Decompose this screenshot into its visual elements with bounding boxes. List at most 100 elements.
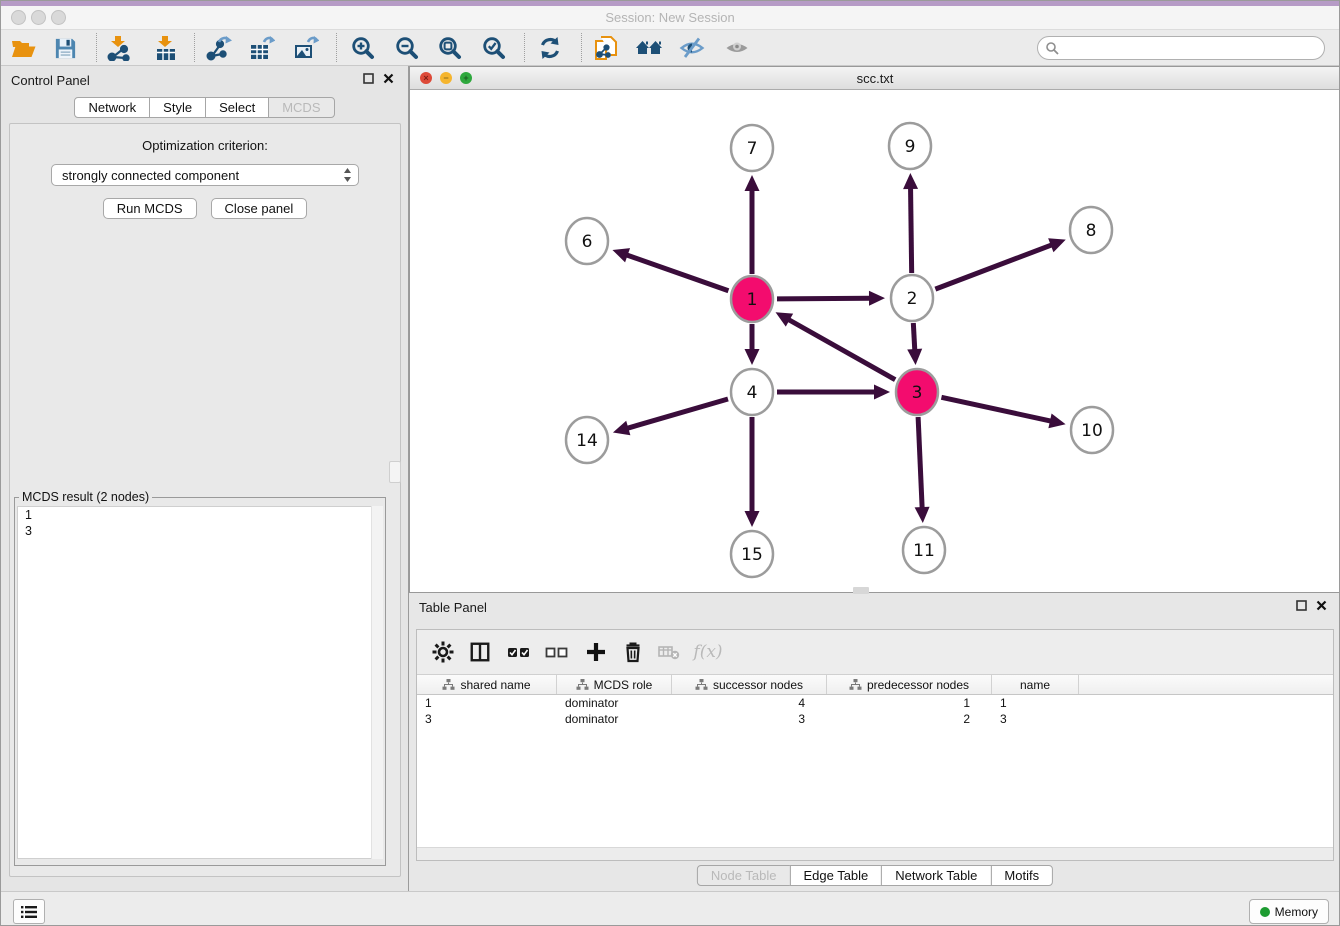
column-header-MCDS-role[interactable]: MCDS role: [557, 675, 672, 694]
table-cell[interactable]: 2: [827, 711, 992, 727]
zoom-fit-button[interactable]: [430, 33, 470, 63]
tab-motifs[interactable]: Motifs: [990, 865, 1053, 886]
memory-button[interactable]: Memory: [1249, 899, 1329, 924]
import-network-button[interactable]: [99, 33, 139, 63]
column-header-successor-nodes[interactable]: successor nodes: [672, 675, 827, 694]
criterion-select[interactable]: strongly connected component: [51, 164, 359, 186]
open-folder-icon: [10, 35, 36, 61]
table-cell[interactable]: dominator: [557, 711, 672, 727]
graph-edge-1-4[interactable]: [745, 324, 760, 365]
select-all-columns-button[interactable]: [503, 637, 535, 667]
network-graph: 7 9 6 8 1 2 4 3 14 10 15 11: [410, 90, 1340, 592]
tab-network[interactable]: Network: [74, 97, 150, 118]
graph-edge-4-3[interactable]: [777, 385, 890, 400]
table-cell[interactable]: 3: [992, 711, 1079, 727]
graph-edge-1-6[interactable]: [612, 248, 728, 291]
column-header-shared-name[interactable]: shared name: [417, 675, 557, 694]
graph-node-4[interactable]: 4: [731, 369, 773, 415]
task-history-button[interactable]: [13, 899, 45, 924]
close-panel-icon[interactable]: [383, 73, 394, 84]
delete-column-button[interactable]: [617, 637, 649, 667]
export-image-icon: [293, 35, 319, 61]
export-image-button[interactable]: [286, 33, 326, 63]
table-cell[interactable]: 1: [992, 695, 1079, 711]
table-panel: Table Panel: [409, 593, 1340, 891]
zoom-out-button[interactable]: [387, 33, 427, 63]
export-table-button[interactable]: [242, 33, 282, 63]
graph-edge-3-1[interactable]: [776, 312, 896, 379]
hierarchy-icon: [442, 678, 455, 691]
mcds-result-item[interactable]: 3: [18, 523, 382, 539]
close-panel-icon[interactable]: [1316, 600, 1327, 611]
tab-style[interactable]: Style: [149, 97, 206, 118]
float-panel-icon[interactable]: [363, 73, 374, 84]
table-cell[interactable]: 3: [417, 711, 557, 727]
show-all-networks-button[interactable]: [629, 33, 669, 63]
graph-node-11[interactable]: 11: [903, 527, 945, 573]
graph-node-14[interactable]: 14: [566, 417, 608, 463]
horizontal-splitter-grip[interactable]: [853, 587, 869, 594]
status-bar: Memory: [1, 891, 1339, 926]
graph-node-6[interactable]: 6: [566, 218, 608, 264]
save-session-button[interactable]: [45, 33, 85, 63]
table-cell[interactable]: 3: [672, 711, 827, 727]
hide-selected-button[interactable]: [672, 33, 712, 63]
clone-network-button[interactable]: [586, 33, 626, 63]
table-row[interactable]: 1dominator411: [417, 695, 1333, 711]
show-columns-button[interactable]: [464, 637, 496, 667]
column-header-name[interactable]: name: [992, 675, 1079, 694]
zoom-selected-icon: [481, 35, 507, 61]
tab-network-table[interactable]: Network Table: [881, 865, 991, 886]
graph-node-7[interactable]: 7: [731, 125, 773, 171]
window-titlebar: Session: New Session: [1, 6, 1339, 29]
table-settings-button[interactable]: [427, 637, 459, 667]
graph-edge-4-14[interactable]: [613, 399, 728, 435]
graph-edge-1-7[interactable]: [745, 175, 760, 274]
graph-node-2[interactable]: 2: [891, 275, 933, 321]
deselect-all-columns-button[interactable]: [541, 637, 573, 667]
graph-node-3[interactable]: 3: [896, 369, 938, 415]
memory-status-dot: [1260, 907, 1270, 917]
table-cell[interactable]: 1: [827, 695, 992, 711]
table-cell[interactable]: dominator: [557, 695, 672, 711]
export-network-button[interactable]: [199, 33, 239, 63]
result-scrollbar[interactable]: [371, 506, 383, 859]
table-row[interactable]: 3dominator323: [417, 711, 1333, 727]
tab-edge-table[interactable]: Edge Table: [789, 865, 882, 886]
graph-edge-1-2[interactable]: [777, 291, 885, 306]
create-column-button[interactable]: [580, 637, 612, 667]
vertical-splitter-grip[interactable]: [389, 461, 401, 483]
zoom-in-button[interactable]: [343, 33, 383, 63]
graph-node-8[interactable]: 8: [1070, 207, 1112, 253]
search-input[interactable]: [1037, 36, 1325, 60]
column-header-predecessor-nodes[interactable]: predecessor nodes: [827, 675, 992, 694]
graph-node-10[interactable]: 10: [1071, 407, 1113, 453]
graph-edge-2-3[interactable]: [907, 323, 922, 365]
table-panel-title: Table Panel: [419, 600, 487, 615]
open-session-button[interactable]: [3, 33, 43, 63]
export-table-icon: [249, 35, 275, 61]
graph-edge-2-8[interactable]: [935, 238, 1065, 289]
mcds-result-item[interactable]: 1: [18, 507, 382, 523]
tab-select[interactable]: Select: [205, 97, 269, 118]
zoom-selected-button[interactable]: [474, 33, 514, 63]
graph-edge-2-9[interactable]: [903, 173, 918, 273]
table-cell[interactable]: 4: [672, 695, 827, 711]
run-mcds-button[interactable]: Run MCDS: [103, 198, 197, 219]
graph-edge-3-11[interactable]: [915, 417, 930, 523]
table-cell[interactable]: 1: [417, 695, 557, 711]
hierarchy-icon: [576, 678, 589, 691]
graph-node-1[interactable]: 1: [731, 276, 773, 322]
graph-node-15[interactable]: 15: [731, 531, 773, 577]
graph-edge-3-10[interactable]: [941, 397, 1065, 428]
float-panel-icon[interactable]: [1296, 600, 1307, 611]
import-table-button[interactable]: [146, 33, 186, 63]
tab-mcds[interactable]: MCDS: [268, 97, 334, 118]
close-panel-button[interactable]: Close panel: [211, 198, 308, 219]
network-canvas[interactable]: 7 9 6 8 1 2 4 3 14 10 15 11: [410, 90, 1340, 592]
graph-edge-4-15[interactable]: [745, 417, 760, 527]
graph-node-9[interactable]: 9: [889, 123, 931, 169]
refresh-layout-button[interactable]: [530, 33, 570, 63]
show-hidden-button[interactable]: [717, 33, 757, 63]
tab-node-table[interactable]: Node Table: [697, 865, 791, 886]
